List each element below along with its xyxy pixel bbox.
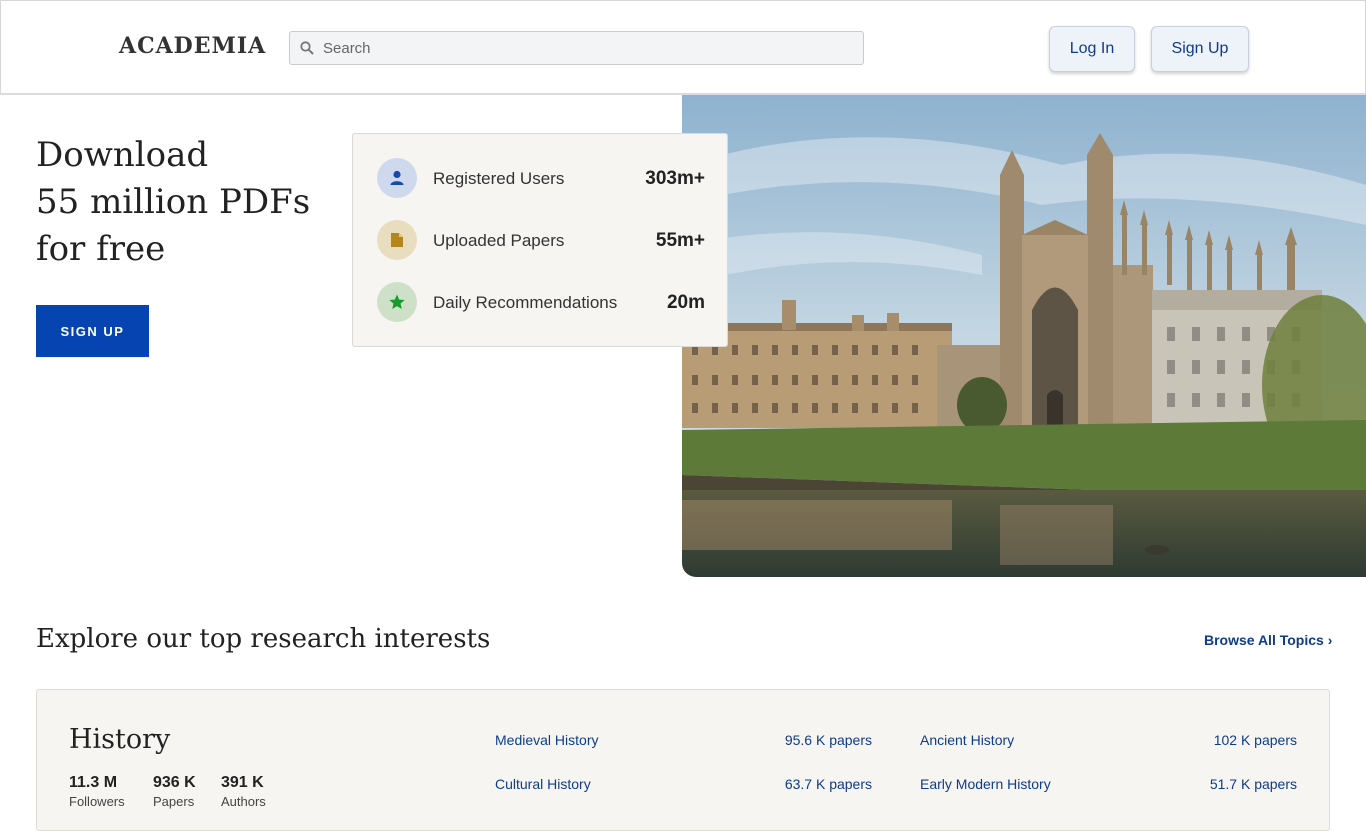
search-icon — [300, 41, 314, 55]
section-title: Explore our top research interests — [36, 624, 491, 654]
hero-signup-button[interactable]: SIGN UP — [36, 305, 149, 357]
subtopic-link[interactable]: Cultural History — [495, 776, 591, 792]
star-icon — [377, 282, 417, 322]
stat-label: Registered Users — [433, 169, 565, 188]
topic-card: History 11.3 M Followers 936 K Papers 39… — [36, 689, 1330, 831]
site-header: ACADEMIA Log In Sign Up — [0, 0, 1366, 95]
search-box[interactable] — [289, 31, 864, 65]
authors-label: Authors — [221, 794, 266, 809]
stats-card: Registered Users 303m+ Uploaded Papers 5… — [352, 133, 728, 347]
login-button[interactable]: Log In — [1049, 26, 1135, 72]
signup-header-button[interactable]: Sign Up — [1151, 26, 1249, 72]
hero-photo — [682, 95, 1366, 577]
stat-value: 20m — [666, 292, 705, 313]
hero-title-line: Download — [36, 135, 209, 175]
subtopic-paper-count: 63.7 K papers — [784, 776, 872, 792]
subtopic-link[interactable]: Medieval History — [495, 732, 598, 748]
hero-title: Download 55 million PDFs for free — [36, 132, 310, 273]
followers-count: 11.3 M — [69, 774, 118, 791]
browse-all-topics-link[interactable]: Browse All Topics › — [1204, 632, 1332, 648]
stat-daily-recommendations: Daily Recommendations 20m — [377, 282, 705, 322]
subtopic-paper-count: 102 K papers — [1213, 732, 1297, 748]
authors-count: 391 K — [221, 774, 264, 791]
subtopic-paper-count: 51.7 K papers — [1209, 776, 1297, 792]
subtopic-paper-count: 95.6 K papers — [784, 732, 872, 748]
stat-label: Daily Recommendations — [433, 293, 618, 312]
subtopic-link[interactable]: Ancient History — [920, 732, 1014, 748]
stat-registered-users: Registered Users 303m+ — [377, 158, 705, 198]
stat-uploaded-papers: Uploaded Papers 55m+ — [377, 220, 705, 260]
hero-title-line: 55 million PDFs — [36, 182, 311, 222]
academia-logo[interactable]: ACADEMIA — [119, 33, 266, 59]
stat-value: 303m+ — [645, 168, 705, 189]
papers-label: Papers — [153, 794, 195, 809]
search-input[interactable] — [323, 32, 843, 64]
stat-label: Uploaded Papers — [433, 231, 565, 250]
topic-title[interactable]: History — [69, 724, 170, 755]
user-icon — [377, 158, 417, 198]
followers-label: Followers — [69, 794, 125, 809]
subtopic-link[interactable]: Early Modern History — [920, 776, 1051, 792]
document-icon — [377, 220, 417, 260]
hero-title-line: for free — [36, 229, 166, 269]
papers-count: 936 K — [153, 774, 196, 791]
stat-value: 55m+ — [655, 230, 705, 251]
